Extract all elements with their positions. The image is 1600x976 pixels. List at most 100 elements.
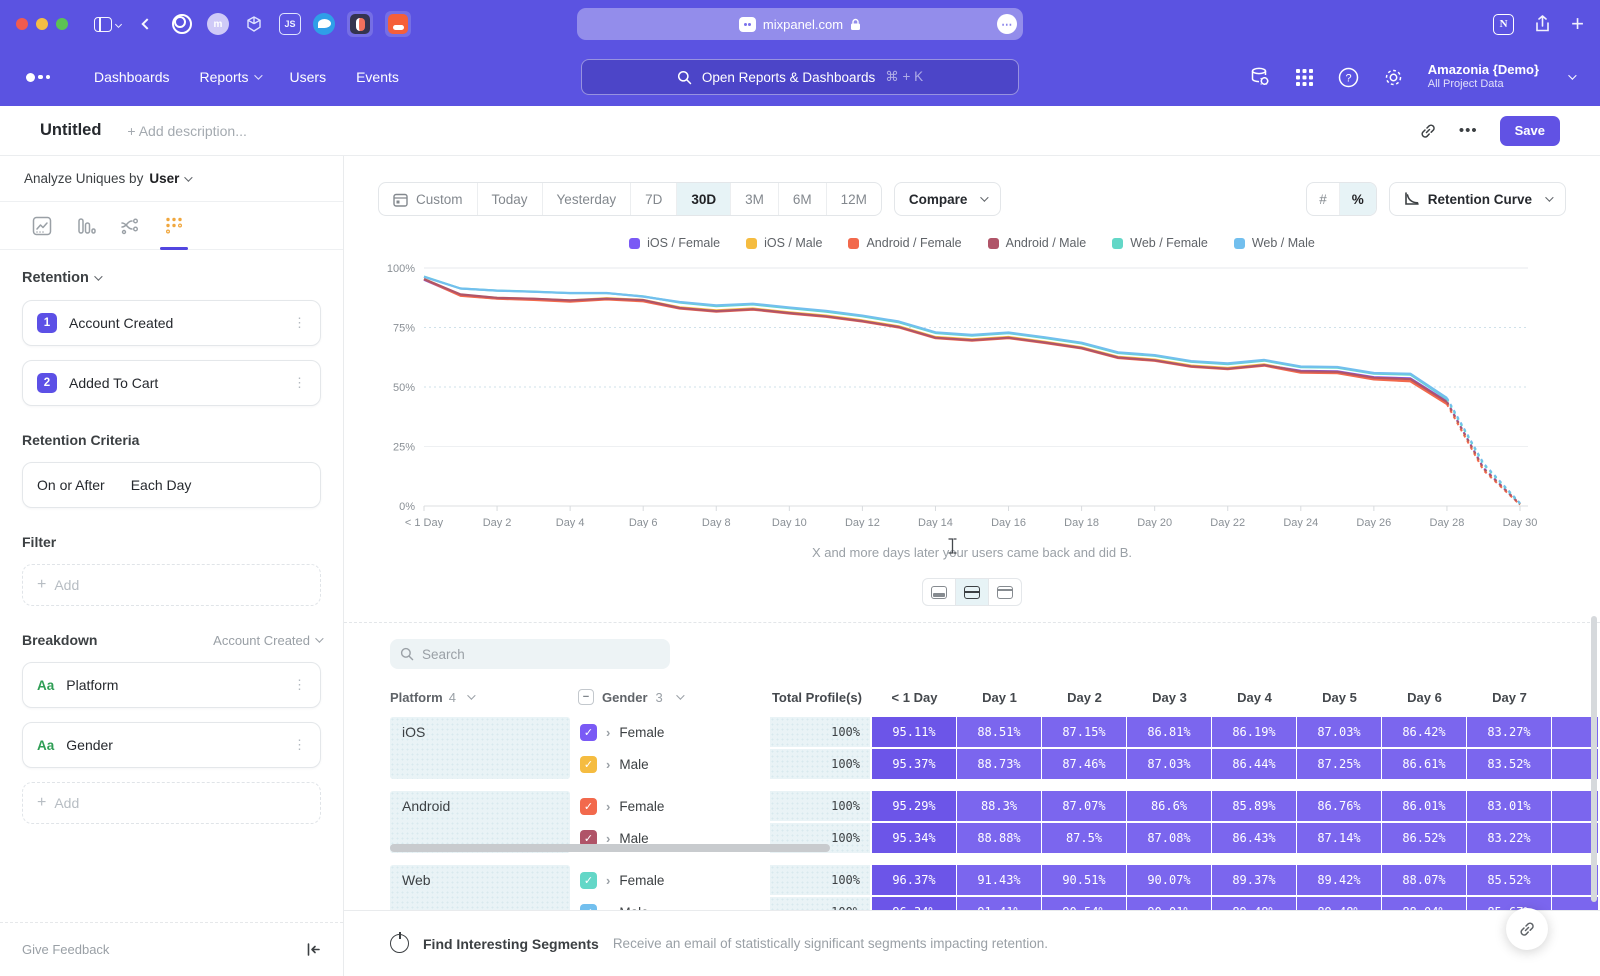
retention-value-cell[interactable]: 86.6% <box>1127 791 1211 821</box>
day-column-header[interactable]: Day 5 <box>1297 690 1382 705</box>
retention-value-cell[interactable]: 86.52% <box>1382 823 1466 853</box>
vertical-scrollbar[interactable] <box>1591 616 1597 902</box>
nav-item-users[interactable]: Users <box>290 69 327 85</box>
settings-gear-icon[interactable] <box>1383 67 1404 88</box>
date-range-7d[interactable]: 7D <box>631 183 677 215</box>
minimize-window-button[interactable] <box>36 18 48 30</box>
criteria-operator[interactable]: On or After <box>37 477 105 493</box>
add-breakdown-button[interactable]: + Add <box>22 782 321 824</box>
legend-item[interactable]: Web / Male <box>1234 236 1315 250</box>
apps-grid-icon[interactable] <box>1295 68 1314 87</box>
expand-chevron-icon[interactable]: › <box>606 873 610 888</box>
date-range-yesterday[interactable]: Yesterday <box>543 183 632 215</box>
retention-value-cell[interactable]: 95.11% <box>872 717 956 747</box>
extension-cube-icon[interactable] <box>241 11 267 37</box>
retention-value-cell[interactable]: 95.34% <box>872 823 956 853</box>
series-checkbox[interactable]: ✓ <box>580 798 597 815</box>
retention-value-cell[interactable]: 87.5% <box>1042 823 1126 853</box>
retention-value-cell[interactable]: 86.61% <box>1382 749 1466 779</box>
retention-criteria-card[interactable]: On or After Each Day <box>22 462 321 508</box>
expand-chevron-icon[interactable]: › <box>606 757 610 772</box>
legend-item[interactable]: Android / Male <box>988 236 1087 250</box>
url-more-icon[interactable]: ⋯ <box>997 14 1017 34</box>
retention-value-cell[interactable]: 87.46% <box>1042 749 1126 779</box>
retention-value-cell[interactable]: 86.01% <box>1382 791 1466 821</box>
retention-value-cell[interactable]: 86.81% <box>1127 717 1211 747</box>
retention-value-cell[interactable]: 89.48% <box>1212 897 1296 910</box>
chart-type-dropdown[interactable]: Retention Curve <box>1389 182 1566 216</box>
project-chevron-icon[interactable] <box>1568 71 1576 79</box>
series-checkbox[interactable]: ✓ <box>580 756 597 773</box>
retention-value-cell[interactable]: 88.51% <box>957 717 1041 747</box>
retention-value-cell[interactable]: 85.67% <box>1467 897 1551 910</box>
url-bar[interactable]: mixpanel.com ⋯ <box>577 8 1023 40</box>
retention-value-cell[interactable]: 87.15% <box>1042 717 1126 747</box>
tab-insights[interactable] <box>20 202 64 249</box>
date-range-today[interactable]: Today <box>478 183 543 215</box>
retention-value-cell[interactable]: 86.44% <box>1212 749 1296 779</box>
day-column-header[interactable]: Day 1 <box>957 690 1042 705</box>
retention-value-cell[interactable]: 85.89% <box>1212 791 1296 821</box>
mixpanel-logo[interactable] <box>26 73 50 82</box>
date-range-30d[interactable]: 30D <box>677 183 731 215</box>
breakdown-card[interactable]: Aa Platform ⋮ <box>22 662 321 708</box>
date-range-custom[interactable]: Custom <box>379 183 478 215</box>
extension-js-icon[interactable]: JS <box>279 13 301 35</box>
compare-button[interactable]: Compare <box>894 182 1002 216</box>
retention-value-cell[interactable]: 86.42% <box>1382 717 1466 747</box>
retention-value-cell[interactable]: 87.08% <box>1127 823 1211 853</box>
retention-value-cell[interactable]: 83.22% <box>1467 823 1551 853</box>
nav-item-events[interactable]: Events <box>356 69 399 85</box>
date-range-6m[interactable]: 6M <box>779 183 827 215</box>
new-tab-icon[interactable]: + <box>1571 13 1584 35</box>
event-step-card[interactable]: 1 Account Created ⋮ <box>22 300 321 346</box>
collapse-sidebar-icon[interactable] <box>306 943 321 956</box>
legend-item[interactable]: iOS / Male <box>746 236 822 250</box>
retention-value-cell[interactable]: 89.48% <box>1297 897 1381 910</box>
zoom-window-button[interactable] <box>56 18 68 30</box>
retention-value-cell[interactable]: 89.42% <box>1297 865 1381 895</box>
retention-section-header[interactable]: Retention <box>22 270 321 286</box>
retention-value-cell[interactable]: 83.27% <box>1467 717 1551 747</box>
nav-item-reports[interactable]: Reports <box>200 69 260 85</box>
kebab-menu-icon[interactable]: ⋮ <box>293 315 306 331</box>
retention-value-cell[interactable]: 88.88% <box>957 823 1041 853</box>
retention-value-cell[interactable]: 90.54% <box>1042 897 1126 910</box>
date-range-3m[interactable]: 3M <box>731 183 779 215</box>
nav-item-dashboards[interactable]: Dashboards <box>94 69 170 85</box>
day-column-header[interactable]: Day 6 <box>1382 690 1467 705</box>
extension-cloud-icon[interactable] <box>385 11 411 37</box>
tab-retention[interactable] <box>152 202 196 249</box>
retention-value-cell[interactable]: 88.3% <box>957 791 1041 821</box>
percent-mode-button[interactable]: % <box>1340 183 1376 215</box>
select-all-checkbox[interactable]: − <box>578 689 594 705</box>
more-options-icon[interactable]: ••• <box>1459 122 1478 139</box>
legend-item[interactable]: Android / Female <box>848 236 961 250</box>
notion-tab-icon[interactable]: N <box>1493 14 1514 35</box>
day-column-header[interactable]: Day 2 <box>1042 690 1127 705</box>
retention-value-cell[interactable]: 91.43% <box>957 865 1041 895</box>
table-only-toggle[interactable] <box>988 578 1022 606</box>
share-icon[interactable] <box>1534 15 1551 33</box>
kebab-menu-icon[interactable]: ⋮ <box>293 737 306 753</box>
table-search-input[interactable]: Search <box>390 639 670 669</box>
breakdown-scope-dropdown[interactable]: Account Created <box>213 633 321 648</box>
legend-item[interactable]: iOS / Female <box>629 236 720 250</box>
share-link-fab[interactable] <box>1506 908 1548 950</box>
date-range-12m[interactable]: 12M <box>827 183 881 215</box>
retention-value-cell[interactable]: 90.07% <box>1127 865 1211 895</box>
tab-flows[interactable] <box>108 202 152 249</box>
split-view-toggle[interactable] <box>955 578 989 606</box>
retention-chart[interactable]: 100%75%50%25%0%< 1 DayDay 2Day 4Day 6Day… <box>374 256 1570 528</box>
retention-value-cell[interactable]: 86.76% <box>1297 791 1381 821</box>
save-button[interactable]: Save <box>1500 116 1560 146</box>
gender-column-header[interactable]: − Gender 3 <box>578 689 762 705</box>
retention-value-cell[interactable]: 89.37% <box>1212 865 1296 895</box>
retention-value-cell[interactable]: 87.07% <box>1042 791 1126 821</box>
retention-value-cell[interactable]: 90.01% <box>1127 897 1211 910</box>
give-feedback-link[interactable]: Give Feedback <box>22 942 109 957</box>
close-window-button[interactable] <box>16 18 28 30</box>
add-filter-button[interactable]: + Add <box>22 564 321 606</box>
retention-value-cell[interactable]: 90.51% <box>1042 865 1126 895</box>
series-checkbox[interactable]: ✓ <box>580 872 597 889</box>
